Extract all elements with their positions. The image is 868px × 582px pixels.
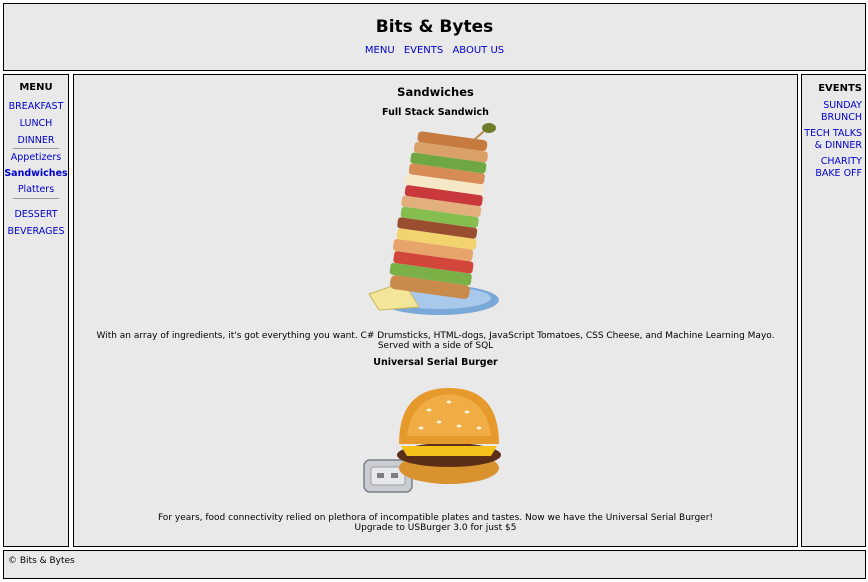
nav-about-link[interactable]: ABOUT US xyxy=(452,45,504,56)
event-charity-bake-off-link[interactable]: CHARITY BAKE OFF xyxy=(815,156,862,179)
copyright-text: © Bits & Bytes xyxy=(8,556,75,566)
item-description: With an array of ingredients, it's got e… xyxy=(74,331,797,351)
menu-dinner-link[interactable]: DINNER xyxy=(18,135,55,146)
events-list: SUNDAY BRUNCH TECH TALKS & DINNER CHARIT… xyxy=(802,100,862,179)
site-footer: © Bits & Bytes xyxy=(3,550,866,579)
item-title: Full Stack Sandwich xyxy=(382,107,489,118)
menu-list: BREAKFAST LUNCH DINNER Appetizers Sandwi… xyxy=(4,98,68,240)
menu-divider xyxy=(13,198,59,199)
menu-sidebar-title: MENU xyxy=(19,82,53,93)
menu-dessert-link[interactable]: DESSERT xyxy=(14,209,57,220)
item-description-line: With an array of ingredients, it's got e… xyxy=(96,331,775,341)
right-sidebar: EVENTS SUNDAY BRUNCH TECH TALKS & DINNER… xyxy=(801,74,866,547)
submenu-sandwiches-link[interactable]: Sandwiches xyxy=(4,168,67,179)
left-sidebar: MENU BREAKFAST LUNCH DINNER Appetizers S… xyxy=(3,74,69,547)
page-heading: Sandwiches xyxy=(397,85,474,99)
events-sidebar-title: EVENTS xyxy=(818,83,862,94)
site-header: Bits & Bytes MENU EVENTS ABOUT US xyxy=(3,3,866,71)
event-sunday-brunch-link[interactable]: SUNDAY BRUNCH xyxy=(821,100,862,123)
menu-breakfast-link[interactable]: BREAKFAST xyxy=(9,101,64,112)
main-content: Sandwiches Full Stack Sandwich With an a… xyxy=(73,74,798,547)
item-description-line: For years, food connectivity relied on p… xyxy=(157,513,714,523)
menu-beverages-link[interactable]: BEVERAGES xyxy=(8,226,65,237)
usb-burger-image xyxy=(363,388,501,493)
item-title: Universal Serial Burger xyxy=(373,357,498,368)
menu-divider xyxy=(13,148,59,149)
item-description-line: Upgrade to USBurger 3.0 for just $5 xyxy=(354,523,517,533)
event-tech-talks-link[interactable]: TECH TALKS & DINNER xyxy=(804,128,862,151)
top-nav: MENU EVENTS ABOUT US xyxy=(4,45,865,56)
item-description-line: Served with a side of SQL xyxy=(377,341,494,351)
menu-lunch-link[interactable]: LUNCH xyxy=(20,118,53,129)
nav-events-link[interactable]: EVENTS xyxy=(404,45,443,56)
stacked-sandwich-image xyxy=(368,123,499,315)
submenu-platters-link[interactable]: Platters xyxy=(18,184,54,195)
item-description: For years, food connectivity relied on p… xyxy=(74,513,797,533)
submenu-appetizers-link[interactable]: Appetizers xyxy=(11,152,61,163)
site-title: Bits & Bytes xyxy=(375,17,494,37)
nav-menu-link[interactable]: MENU xyxy=(365,45,395,56)
